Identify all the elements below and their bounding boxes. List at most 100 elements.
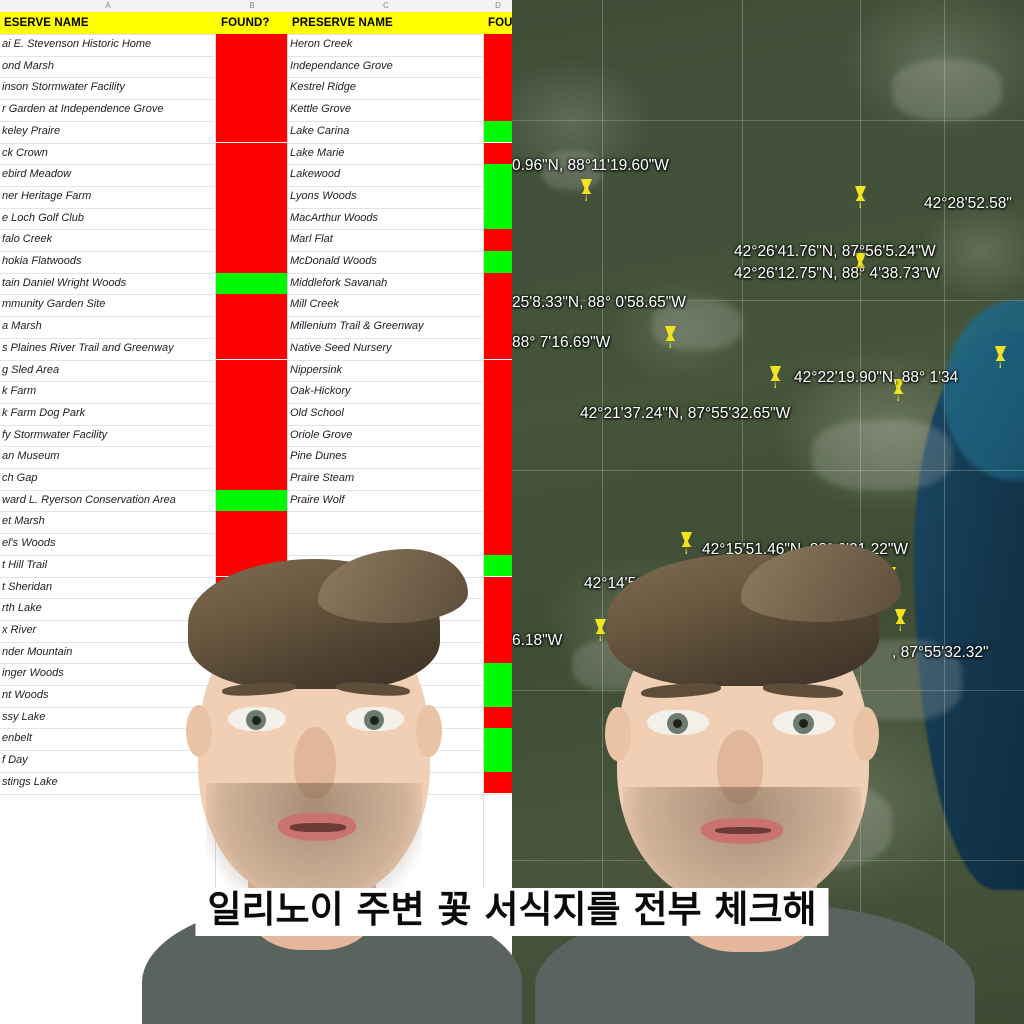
map-pin-icon[interactable] (992, 345, 1009, 369)
found-status-cell-yes[interactable] (216, 272, 287, 295)
preserve-name-cell[interactable]: hokia Flatwoods (2, 251, 214, 273)
preserve-name-cell[interactable]: Praire Steam (290, 468, 482, 490)
column-letter-c[interactable]: C (288, 0, 485, 12)
map-pin-icon[interactable] (852, 185, 869, 209)
preserve-name-cell[interactable]: ner Heritage Farm (2, 186, 214, 208)
found-status-cell-no[interactable] (216, 120, 287, 143)
preserve-name-cell[interactable]: inson Stormwater Facility (2, 77, 214, 99)
found-status-cell-no[interactable] (484, 381, 512, 403)
preserve-name-cell[interactable]: Praire Wolf (290, 490, 482, 512)
preserve-name-cell[interactable]: Heron Creek (290, 34, 482, 56)
found-status-cell-no[interactable] (484, 55, 512, 78)
found-status-cell-no[interactable] (484, 142, 512, 165)
preserve-name-cell[interactable]: Millenium Trail & Greenway (290, 316, 482, 338)
preserve-name-cell[interactable]: keley Praire (2, 121, 214, 143)
preserve-name-cell[interactable]: Marl Flat (290, 229, 482, 251)
preserve-name-cell[interactable]: tain Daniel Wright Woods (2, 273, 214, 295)
found-status-cell-no[interactable] (484, 272, 512, 295)
found-status-cell-no[interactable] (484, 359, 512, 382)
found-status-cell-no[interactable] (216, 468, 287, 490)
preserve-name-cell[interactable]: ai E. Stevenson Historic Home (2, 34, 214, 56)
found-status-cell-no[interactable] (216, 359, 287, 382)
preserve-name-cell[interactable]: mmunity Garden Site (2, 294, 214, 316)
preserve-name-cell[interactable]: Oak-Hickory (290, 381, 482, 403)
preserve-name-cell[interactable]: Lyons Woods (290, 186, 482, 208)
found-status-cell-no[interactable] (216, 316, 287, 338)
found-status-cell-no[interactable] (216, 533, 287, 555)
found-status-cell-no[interactable] (216, 99, 287, 121)
found-status-cell-no[interactable] (484, 468, 512, 490)
found-status-cell-no[interactable] (216, 294, 287, 317)
preserve-name-cell[interactable]: ck Crown (2, 143, 214, 165)
found-status-cell-no[interactable] (484, 229, 512, 251)
preserve-name-cell[interactable]: fy Stormwater Facility (2, 425, 214, 447)
preserve-name-cell[interactable]: g Sled Area (2, 360, 214, 382)
preserve-name-cell[interactable]: Lakewood (290, 164, 482, 186)
preserve-name-cell[interactable]: Old School (290, 403, 482, 425)
found-status-cell-yes[interactable] (484, 164, 512, 186)
preserve-name-cell[interactable]: e Loch Golf Club (2, 208, 214, 230)
found-status-cell-no[interactable] (216, 337, 287, 360)
found-status-cell-no[interactable] (484, 446, 512, 468)
preserve-name-cell[interactable]: Native Seed Nursery (290, 338, 482, 360)
preserve-name-cell[interactable]: Oriole Grove (290, 425, 482, 447)
preserve-name-cell[interactable]: Lake Marie (290, 143, 482, 165)
preserve-name-cell[interactable]: ebird Meadow (2, 164, 214, 186)
found-status-cell-no[interactable] (484, 337, 512, 360)
preserve-name-cell[interactable]: et Marsh (2, 511, 214, 533)
found-status-cell-no[interactable] (216, 251, 287, 273)
found-status-cell-no[interactable] (216, 446, 287, 468)
preserve-name-cell[interactable]: Mill Creek (290, 294, 482, 316)
found-status-cell-yes[interactable] (484, 251, 512, 273)
preserve-name-cell[interactable]: r Garden at Independence Grove (2, 99, 214, 121)
preserve-name-cell[interactable]: s Plaines River Trail and Greenway (2, 338, 214, 360)
found-status-cell-no[interactable] (216, 207, 287, 230)
preserve-name-cell[interactable]: Nippersink (290, 360, 482, 382)
found-status-cell-no[interactable] (216, 164, 287, 186)
preserve-name-cell[interactable]: McDonald Woods (290, 251, 482, 273)
found-status-cell-no[interactable] (484, 533, 512, 555)
preserve-name-cell[interactable]: MacArthur Woods (290, 208, 482, 230)
preserve-name-cell[interactable]: Pine Dunes (290, 446, 482, 468)
preserve-name-cell[interactable]: k Farm Dog Park (2, 403, 214, 425)
found-status-cell-yes[interactable] (216, 489, 287, 512)
preserve-name-cell[interactable]: Lake Carina (290, 121, 482, 143)
map-pin-icon[interactable] (578, 178, 595, 202)
preserve-name-cell[interactable]: el's Woods (2, 533, 214, 555)
column-letter-a[interactable]: A (0, 0, 217, 12)
found-status-cell-no[interactable] (484, 34, 512, 56)
found-status-cell-no[interactable] (216, 511, 287, 534)
found-status-cell-no[interactable] (484, 511, 512, 534)
found-status-cell-no[interactable] (216, 55, 287, 78)
found-status-cell-no[interactable] (216, 381, 287, 403)
found-status-cell-no[interactable] (216, 34, 287, 56)
preserve-name-cell[interactable]: ch Gap (2, 468, 214, 490)
preserve-name-cell[interactable]: k Farm (2, 381, 214, 403)
found-status-cell-yes[interactable] (484, 185, 512, 208)
column-letter-d[interactable]: D (484, 0, 512, 12)
found-status-cell-no[interactable] (484, 489, 512, 512)
map-pin-icon[interactable] (662, 325, 679, 349)
found-status-cell-yes[interactable] (484, 207, 512, 230)
column-letter-b[interactable]: B (216, 0, 289, 12)
found-status-cell-no[interactable] (216, 185, 287, 208)
preserve-name-cell[interactable]: Kestrel Ridge (290, 77, 482, 99)
found-status-cell-no[interactable] (216, 77, 287, 100)
found-status-cell-no[interactable] (216, 424, 287, 447)
preserve-name-cell[interactable]: Independance Grove (290, 56, 482, 78)
preserve-name-cell[interactable]: ond Marsh (2, 56, 214, 78)
preserve-name-cell[interactable]: ward L. Ryerson Conservation Area (2, 490, 214, 512)
found-status-cell-no[interactable] (484, 99, 512, 121)
found-status-cell-no[interactable] (484, 77, 512, 100)
preserve-name-cell[interactable]: Kettle Grove (290, 99, 482, 121)
found-status-cell-no[interactable] (216, 402, 287, 425)
found-status-cell-yes[interactable] (484, 120, 512, 143)
found-status-cell-no[interactable] (484, 424, 512, 447)
found-status-cell-no[interactable] (484, 402, 512, 425)
found-status-cell-no[interactable] (216, 229, 287, 251)
preserve-name-cell[interactable]: an Museum (2, 446, 214, 468)
map-pin-icon[interactable] (767, 365, 784, 389)
found-status-cell-no[interactable] (484, 316, 512, 338)
preserve-name-cell[interactable]: falo Creek (2, 229, 214, 251)
found-status-cell-no[interactable] (484, 294, 512, 317)
